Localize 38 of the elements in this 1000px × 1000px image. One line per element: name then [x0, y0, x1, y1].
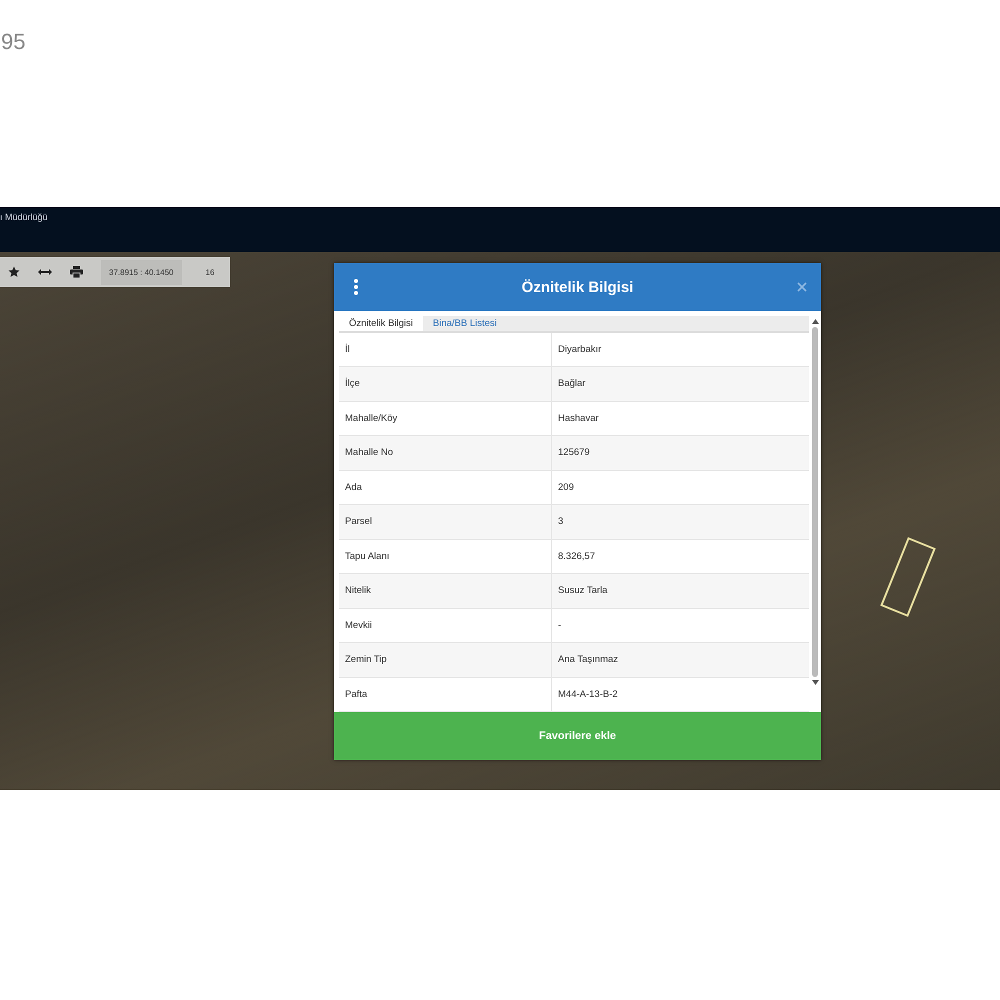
attribute-label: İlçe: [344, 378, 360, 390]
attribute-value: M44-A-13-B-2: [557, 688, 618, 700]
attribute-value: Bağlar: [557, 378, 586, 390]
scroll-up-icon[interactable]: [812, 319, 818, 324]
star-icon[interactable]: [8, 266, 20, 278]
dialog-tab[interactable]: Öznitelik Bilgisi: [339, 316, 423, 330]
attribute-label: Parsel: [344, 516, 372, 528]
attribute-value: Ana Taşınmaz: [557, 654, 618, 666]
attribute-value: 125679: [557, 447, 590, 458]
scroll-down-icon[interactable]: [812, 680, 818, 685]
attribute-value: 3: [557, 516, 564, 528]
attribute-value: -: [557, 620, 562, 631]
attribute-label: Mahalle No: [344, 447, 394, 458]
attribute-value: Diyarbakır: [557, 344, 602, 355]
zoom-level: 16: [206, 268, 214, 276]
print-icon[interactable]: [70, 266, 83, 278]
dialog-title: Öznitelik Bilgisi: [522, 278, 634, 296]
satellite-map[interactable]: [0, 252, 1000, 790]
add-to-favorites-button[interactable]: Favorilere ekle: [334, 712, 821, 760]
dialog-tab[interactable]: Bina/BB Listesi: [422, 316, 507, 330]
ruler-icon[interactable]: [38, 268, 52, 276]
coordinates-readout: 37.8915 : 40.1450: [101, 260, 182, 284]
page-number: 95: [1, 29, 26, 55]
app-title: ı Müdürlüğü: [0, 212, 48, 222]
attribute-value: 209: [557, 482, 574, 493]
attribute-label: Zemin Tip: [344, 654, 387, 666]
attribute-label: Nitelik: [344, 585, 371, 596]
attribute-label: Tapu Alanı: [344, 550, 390, 562]
attribute-label: Pafta: [344, 688, 368, 700]
attribute-label: Mahalle/Köy: [344, 412, 398, 424]
attribute-value: Hashavar: [557, 412, 599, 424]
attribute-label: İl: [344, 344, 350, 355]
attribute-value: 8.326,57: [557, 550, 595, 562]
attribute-value: Susuz Tarla: [557, 585, 608, 596]
attribute-label: Mevkii: [344, 620, 372, 631]
scrollbar-thumb[interactable]: [812, 327, 818, 677]
menu-icon[interactable]: [354, 279, 358, 295]
attribute-label: Ada: [344, 482, 362, 493]
